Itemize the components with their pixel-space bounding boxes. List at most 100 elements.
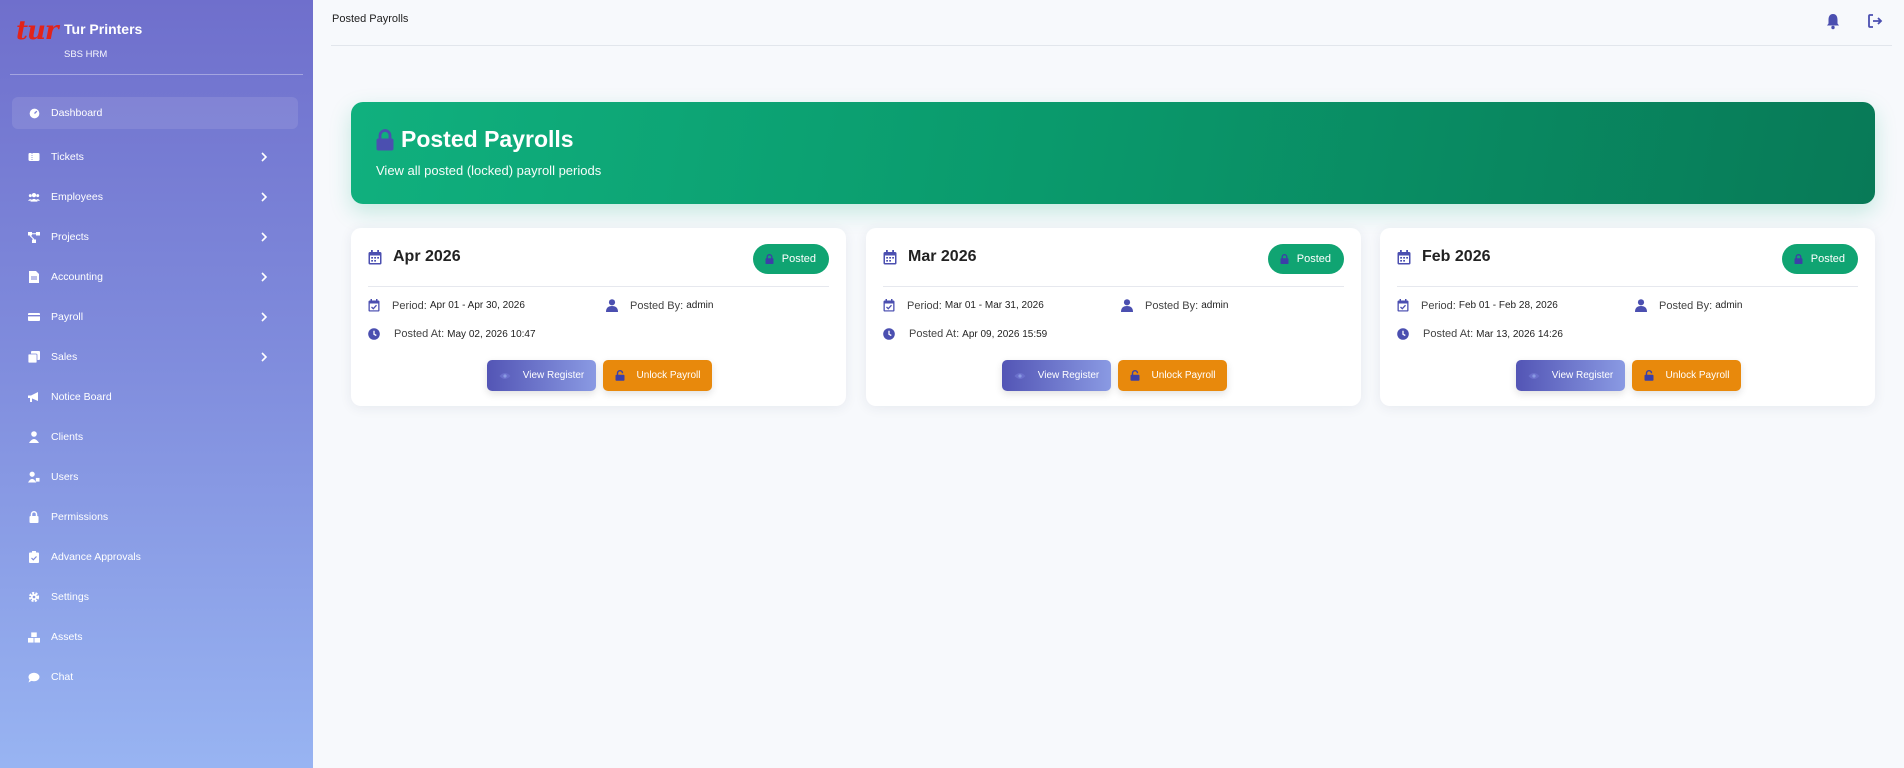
posted-at-label: Posted At: xyxy=(909,328,960,340)
unlock-payroll-button[interactable]: Unlock Payroll xyxy=(1632,360,1741,391)
brand-name: Tur Printers xyxy=(64,21,143,37)
status-badge: Posted xyxy=(1267,244,1344,274)
sidebar-item-label: Accounting xyxy=(51,271,103,283)
sidebar-item-advance-approvals[interactable]: Advance Approvals xyxy=(12,537,298,577)
page-title: Posted Payrolls xyxy=(375,126,574,153)
period-value: Mar 01 - Mar 31, 2026 xyxy=(944,300,1044,311)
page-breadcrumb-title: Posted Payrolls xyxy=(332,13,409,25)
user-icon xyxy=(606,299,624,312)
period-row: Period: Mar 01 - Mar 31, 2026 xyxy=(883,299,1044,312)
view-register-button[interactable]: View Register xyxy=(1002,360,1111,391)
sidebar-item-chat[interactable]: Chat xyxy=(12,657,298,697)
user-icon xyxy=(28,431,40,443)
posted-at-row: Posted At: Apr 09, 2026 15:59 xyxy=(883,328,1047,340)
posted-at-label: Posted At: xyxy=(1423,328,1474,340)
status-badge-label: Posted xyxy=(1296,253,1331,265)
bell-icon[interactable] xyxy=(1824,12,1842,30)
clock-icon xyxy=(1397,328,1415,340)
card-header: Apr 2026 Posted xyxy=(368,228,829,287)
card-title: Mar 2026 xyxy=(908,248,977,265)
unlock-icon xyxy=(1644,370,1660,381)
sidebar-item-clients[interactable]: Clients xyxy=(12,417,298,457)
lock-icon xyxy=(765,254,778,264)
megaphone-icon xyxy=(28,391,40,403)
sidebar-item-label: Chat xyxy=(51,671,74,683)
period-row: Period: Feb 01 - Feb 28, 2026 xyxy=(1397,299,1558,312)
sidebar-item-label: Advance Approvals xyxy=(51,551,141,563)
sidebar-item-label: Sales xyxy=(51,351,78,363)
boxes-icon xyxy=(28,631,40,643)
period-value: Feb 01 - Feb 28, 2026 xyxy=(1458,300,1558,311)
user-lock-icon xyxy=(28,471,40,483)
sidebar-item-sales[interactable]: Sales xyxy=(12,337,298,377)
sidebar-item-label: Dashboard xyxy=(51,107,103,119)
card-title: Apr 2026 xyxy=(393,248,461,265)
posted-at-row: Posted At: May 02, 2026 10:47 xyxy=(368,328,536,340)
posted-at-value: Apr 09, 2026 15:59 xyxy=(962,328,1048,340)
chat-icon xyxy=(28,671,40,683)
sidebar-item-employees[interactable]: Employees xyxy=(12,177,298,217)
posted-by-row: Posted By: admin xyxy=(1635,299,1742,312)
payroll-card: Apr 2026 Posted Period: Apr 01 - Apr 30, 20… xyxy=(351,228,846,406)
view-register-button[interactable]: View Register xyxy=(487,360,596,391)
view-register-label: View Register xyxy=(1551,370,1614,381)
sidebar-item-assets[interactable]: Assets xyxy=(12,617,298,657)
sidebar-item-permissions[interactable]: Permissions xyxy=(12,497,298,537)
posted-at-value: May 02, 2026 10:47 xyxy=(447,328,536,340)
dashboard-icon xyxy=(28,107,40,119)
chevron-right-icon xyxy=(261,272,268,282)
sidebar-item-accounting[interactable]: Accounting xyxy=(12,257,298,297)
money-card-icon xyxy=(28,311,40,323)
sidebar-item-label: Employees xyxy=(51,191,103,203)
sidebar-item-payroll[interactable]: Payroll xyxy=(12,297,298,337)
unlock-payroll-button[interactable]: Unlock Payroll xyxy=(1118,360,1227,391)
status-badge: Posted xyxy=(1781,244,1858,274)
sidebar: tur Tur Printers SBS HRM Dashboard Ticke… xyxy=(0,0,313,768)
sidebar-item-label: Permissions xyxy=(51,511,109,523)
calendar-check-icon xyxy=(883,299,901,312)
sidebar-item-settings[interactable]: Settings xyxy=(12,577,298,617)
brand-logo[interactable]: tur xyxy=(16,16,59,46)
view-register-button[interactable]: View Register xyxy=(1516,360,1625,391)
sidebar-item-projects[interactable]: Projects xyxy=(12,217,298,257)
posted-by-row: Posted By: admin xyxy=(606,299,713,312)
unlock-payroll-button[interactable]: Unlock Payroll xyxy=(603,360,712,391)
sidebar-nav: Dashboard Tickets Employees Projects Acc… xyxy=(12,97,298,697)
brand: tur Tur Printers SBS HRM xyxy=(10,0,303,75)
posted-by-row: Posted By: admin xyxy=(1121,299,1228,312)
calendar-icon xyxy=(1397,250,1411,270)
eye-icon xyxy=(1528,372,1546,380)
topbar: Posted Payrolls xyxy=(331,0,1892,46)
sidebar-item-tickets[interactable]: Tickets xyxy=(12,137,298,177)
unlock-payroll-label: Unlock Payroll xyxy=(636,370,701,381)
posted-by-label: Posted By: xyxy=(630,299,684,312)
users-icon xyxy=(28,191,40,203)
sidebar-item-dashboard[interactable]: Dashboard xyxy=(12,97,298,129)
calendar-icon xyxy=(368,250,382,270)
brand-subtitle: SBS HRM xyxy=(64,49,108,60)
page-header-banner: Posted Payrolls View all posted (locked)… xyxy=(351,102,1875,204)
sidebar-item-label: Tickets xyxy=(51,151,84,163)
copy-icon xyxy=(28,351,40,363)
sidebar-item-users[interactable]: Users xyxy=(12,457,298,497)
status-badge-label: Posted xyxy=(781,253,816,265)
period-value: Apr 01 - Apr 30, 2026 xyxy=(429,300,525,311)
unlock-payroll-label: Unlock Payroll xyxy=(1151,370,1216,381)
file-invoice-icon xyxy=(28,271,40,283)
period-label: Period: xyxy=(1421,299,1456,312)
card-header: Feb 2026 Posted xyxy=(1397,228,1858,287)
unlock-icon xyxy=(1130,370,1146,381)
unlock-payroll-label: Unlock Payroll xyxy=(1665,370,1730,381)
payroll-card: Mar 2026 Posted Period: Mar 01 - Mar 31, 20… xyxy=(866,228,1361,406)
sidebar-item-notice-board[interactable]: Notice Board xyxy=(12,377,298,417)
posted-at-row: Posted At: Mar 13, 2026 14:26 xyxy=(1397,328,1563,340)
period-label: Period: xyxy=(392,299,427,312)
logout-icon[interactable] xyxy=(1866,12,1884,30)
ticket-icon xyxy=(28,151,40,163)
sidebar-item-label: Projects xyxy=(51,231,89,243)
lock-icon xyxy=(28,511,40,523)
sidebar-item-label: Payroll xyxy=(51,311,84,323)
gear-icon xyxy=(28,591,40,603)
period-row: Period: Apr 01 - Apr 30, 2026 xyxy=(368,299,525,312)
project-diagram-icon xyxy=(28,231,40,243)
